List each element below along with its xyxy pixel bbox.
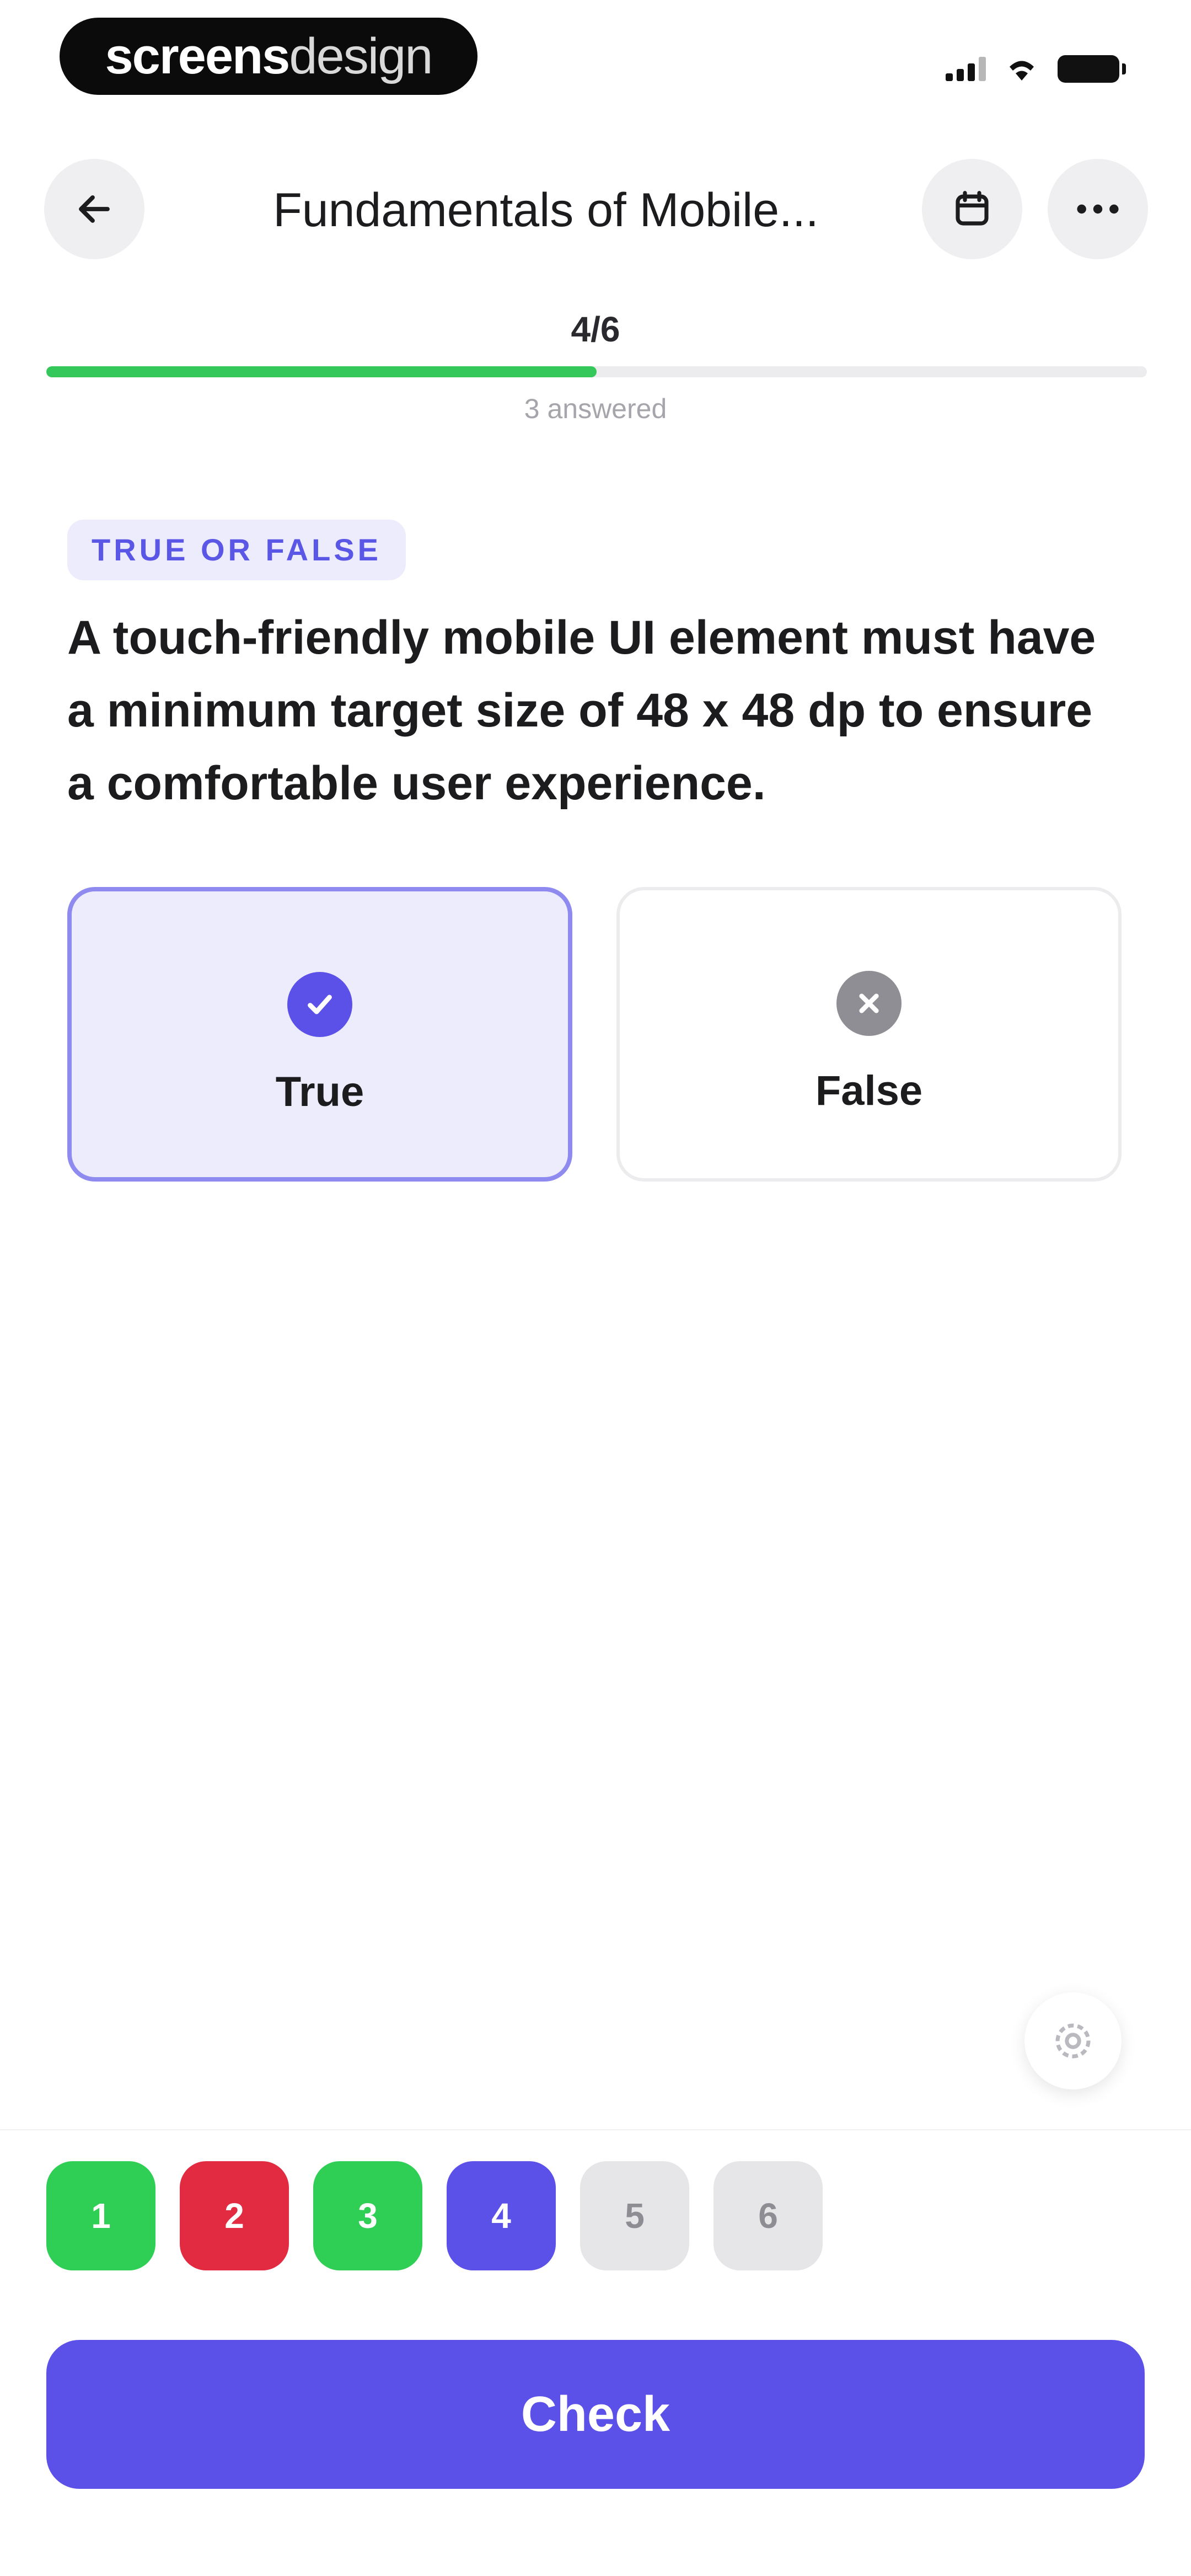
quiz-screen: screensdesign Fundamentals of Mobile... <box>0 0 1191 2576</box>
status-bar: screensdesign <box>0 0 1191 127</box>
settings-button[interactable] <box>1024 1992 1122 2089</box>
check-circle-icon <box>287 972 352 1037</box>
progress-counter: 4/6 <box>571 309 620 349</box>
answered-count: 3 answered <box>524 393 667 424</box>
arrow-left-icon <box>79 195 110 223</box>
question-type-badge: TRUE OR FALSE <box>67 520 406 580</box>
brand-logo-bold: screens <box>105 28 291 84</box>
calendar-icon <box>956 191 989 226</box>
header-bar: Fundamentals of Mobile... <box>0 154 1191 265</box>
more-options-button[interactable] <box>1048 159 1148 259</box>
bottom-panel: 1 2 3 4 5 6 Check <box>0 2129 1191 2576</box>
check-button[interactable]: Check <box>46 2340 1145 2489</box>
gear-icon <box>1055 2023 1091 2059</box>
battery-icon <box>1058 55 1126 83</box>
question-chip-4[interactable]: 4 <box>447 2161 556 2270</box>
status-icons <box>946 50 1126 88</box>
question-chip-3[interactable]: 3 <box>313 2161 422 2270</box>
answer-option-false[interactable]: False <box>616 887 1122 1182</box>
wifi-icon <box>1010 61 1034 81</box>
x-circle-icon <box>836 971 902 1036</box>
page-title: Fundamentals of Mobile... <box>273 184 819 237</box>
answer-option-true[interactable]: True <box>67 887 572 1182</box>
question-navigator: 1 2 3 4 5 6 <box>46 2161 823 2270</box>
question-chip-1[interactable]: 1 <box>46 2161 155 2270</box>
answer-option-label: False <box>815 1067 923 1114</box>
calendar-button[interactable] <box>922 159 1022 259</box>
brand-logo-light: design <box>289 28 433 84</box>
cellular-signal-icon <box>946 57 986 81</box>
brand-logo: screensdesign <box>60 18 478 95</box>
answer-option-label: True <box>275 1068 364 1115</box>
question-chip-5[interactable]: 5 <box>580 2161 689 2270</box>
question-text: A touch-friendly mobile UI element must … <box>67 611 1096 810</box>
back-button[interactable] <box>44 159 144 259</box>
more-horizontal-icon <box>1077 204 1119 214</box>
progress-bar-fill <box>46 366 597 377</box>
progress-bar <box>46 366 1147 377</box>
question-chip-2[interactable]: 2 <box>180 2161 289 2270</box>
question-chip-6[interactable]: 6 <box>713 2161 823 2270</box>
